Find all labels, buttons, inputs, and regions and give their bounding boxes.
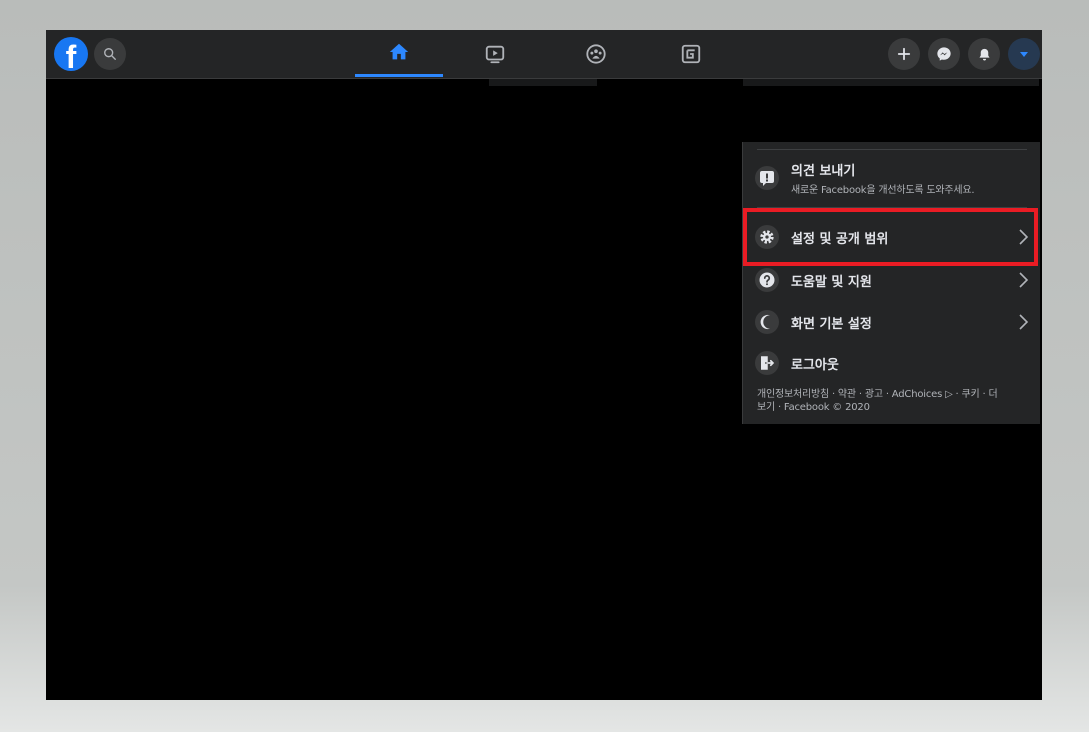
create-button[interactable]: [888, 38, 920, 70]
feedback-label: 의견 보내기: [791, 164, 856, 179]
menu-divider: [757, 207, 1027, 208]
footer-line-1[interactable]: 개인정보처리방침 · 약관 · 광고 · AdChoices ▷ · 쿠키 · …: [757, 388, 1033, 401]
exclamation-icon: [755, 166, 779, 190]
home-icon: [389, 43, 409, 60]
gear-icon: [755, 225, 779, 249]
logout-icon: [755, 351, 779, 375]
caret-down-icon: [1020, 52, 1028, 57]
search-icon: [104, 48, 116, 60]
tab-gaming[interactable]: [647, 30, 735, 77]
tooltip-remnant: [489, 79, 597, 86]
messenger-button[interactable]: [928, 38, 960, 70]
screen: f 의견 보내기 새로운 Facebook을 개선하도록 도와주세요. 설정 및…: [46, 30, 1042, 700]
top-navigation-bar: f: [46, 30, 1042, 79]
watch-icon: [485, 45, 505, 63]
chevron-right-icon: [1017, 229, 1029, 245]
question-icon: [755, 268, 779, 292]
logout-label: 로그아웃: [791, 357, 839, 373]
plus-icon: [897, 47, 911, 61]
menu-item-logout[interactable]: 로그아웃: [749, 343, 1035, 383]
account-dropdown-menu: 의견 보내기 새로운 Facebook을 개선하도록 도와주세요. 설정 및 공…: [742, 142, 1040, 424]
footer-links[interactable]: 개인정보처리방침 · 약관 · 광고 · AdChoices ▷ · 쿠키 · …: [757, 388, 1033, 414]
display-label: 화면 기본 설정: [791, 316, 872, 332]
gaming-icon: [681, 44, 701, 63]
menu-top-edge: [743, 79, 1039, 86]
footer-line-2[interactable]: 보기 · Facebook © 2020: [757, 401, 1033, 414]
messenger-icon: [937, 47, 951, 61]
groups-icon: [586, 43, 606, 64]
menu-item-feedback[interactable]: 의견 보내기 새로운 Facebook을 개선하도록 도와주세요.: [749, 158, 1035, 198]
notifications-button[interactable]: [968, 38, 1000, 70]
chevron-right-icon: [1017, 314, 1029, 330]
menu-item-settings-privacy[interactable]: 설정 및 공개 범위: [749, 217, 1035, 257]
moon-icon: [755, 310, 779, 334]
tab-groups[interactable]: [552, 30, 640, 77]
menu-item-help-support[interactable]: 도움말 및 지원: [749, 260, 1035, 300]
chevron-right-icon: [1017, 272, 1029, 288]
tab-watch[interactable]: [451, 30, 539, 77]
help-label: 도움말 및 지원: [791, 274, 872, 290]
menu-item-display-preferences[interactable]: 화면 기본 설정: [749, 302, 1035, 342]
tab-home[interactable]: [355, 30, 443, 77]
feedback-subtitle: 새로운 Facebook을 개선하도록 도와주세요.: [791, 185, 975, 196]
account-menu-button[interactable]: [1008, 38, 1040, 70]
search-button[interactable]: [94, 38, 126, 70]
bell-icon: [979, 48, 989, 60]
menu-divider-top: [757, 149, 1027, 150]
facebook-logo[interactable]: f: [54, 37, 88, 71]
settings-label: 설정 및 공개 범위: [791, 231, 889, 247]
